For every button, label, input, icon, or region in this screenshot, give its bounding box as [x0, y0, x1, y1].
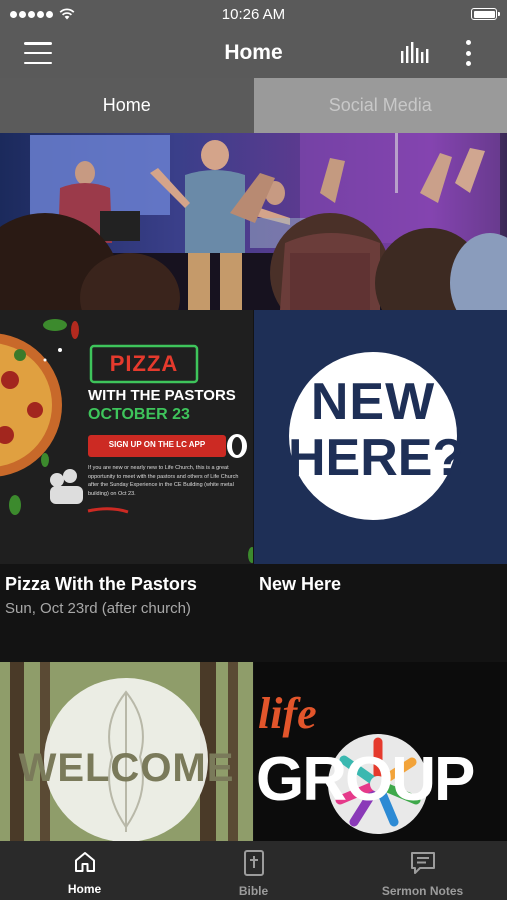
more-options-icon[interactable]	[458, 40, 478, 66]
signal-strength-icon	[10, 10, 53, 18]
sermon-notes-icon	[410, 852, 435, 874]
home-icon	[74, 852, 95, 872]
pizza-graphic	[0, 310, 253, 564]
pizza-line2: OCTOBER 23	[88, 406, 190, 423]
life-group-tile[interactable]: life GROUP	[254, 662, 507, 841]
tabbar-home-label: Home	[67, 882, 102, 896]
bottom-tab-bar: Home Bible Sermon Notes	[0, 841, 507, 900]
pizza-subtitle: Sun, Oct 23rd (after church)	[5, 600, 191, 617]
status-bar: 10:26 AM	[0, 0, 507, 28]
pizza-cta: SIGN UP ON THE LC APP	[108, 440, 206, 449]
tabbar-sermon-notes[interactable]: Sermon Notes	[338, 841, 507, 900]
welcome-word: WELCOME	[18, 746, 235, 790]
page-title: Home	[224, 41, 283, 64]
worship-photo	[0, 133, 507, 310]
group-word: GROUP	[256, 745, 475, 814]
tab-social-media[interactable]: Social Media	[253, 78, 507, 133]
battery-icon	[471, 8, 500, 20]
new-here-tile[interactable]: NEW HERE?	[254, 310, 507, 564]
hero-worship-banner[interactable]	[0, 133, 507, 310]
new-here-line1: NEW	[310, 373, 436, 431]
pizza-caption[interactable]: Pizza With the Pastors Sun, Oct 23rd (af…	[0, 564, 253, 662]
menu-icon[interactable]	[24, 42, 52, 64]
wifi-icon	[59, 8, 75, 20]
tabbar-bible[interactable]: Bible	[169, 841, 338, 900]
content-tabs: Home Social Media	[0, 78, 507, 133]
status-time: 10:26 AM	[221, 5, 286, 23]
pizza-line1: WITH THE PASTORS	[88, 387, 236, 404]
welcome-tile[interactable]: WELCOME	[0, 662, 253, 841]
audio-bars-icon[interactable]	[398, 41, 430, 65]
new-here-caption[interactable]: New Here	[254, 564, 507, 662]
new-here-title: New Here	[259, 574, 342, 594]
signal-area	[10, 8, 75, 20]
nav-bar: Home	[0, 28, 507, 78]
life-word: life	[258, 689, 317, 738]
tabbar-sermon-notes-label: Sermon Notes	[381, 884, 464, 898]
tabbar-home[interactable]: Home	[0, 841, 169, 900]
new-here-line2: HERE?	[288, 429, 465, 487]
bible-icon	[243, 850, 264, 876]
tab-home[interactable]: Home	[0, 78, 254, 133]
tabbar-bible-label: Bible	[238, 884, 269, 898]
pizza-title: Pizza With the Pastors	[5, 574, 197, 594]
pizza-with-pastors-tile[interactable]: PIZZA WITH THE PASTORS OCTOBER 23 SIGN U…	[0, 310, 253, 564]
pizza-sign-text: PIZZA	[109, 351, 179, 376]
pizza-body: If you are new or nearly new to Life Chu…	[88, 465, 239, 497]
